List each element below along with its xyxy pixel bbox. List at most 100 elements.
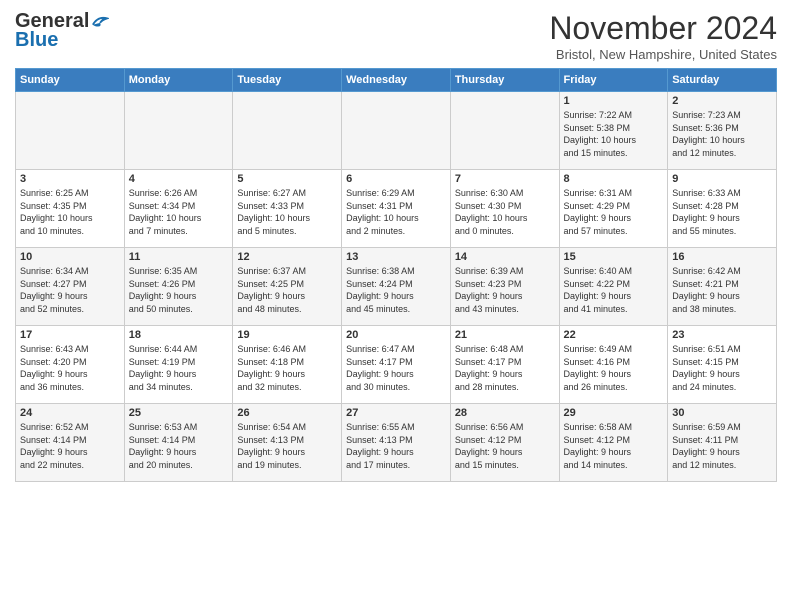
day-number: 30 xyxy=(672,407,772,419)
day-number: 4 xyxy=(129,173,229,185)
day-cell: 2 Sunrise: 7:23 AM Sunset: 5:36 PM Daylig… xyxy=(668,92,777,170)
day-cell: 16 Sunrise: 6:42 AM Sunset: 4:21 PM Dayli… xyxy=(668,248,777,326)
day-number: 28 xyxy=(455,407,555,419)
location: Bristol, New Hampshire, United States xyxy=(549,47,777,62)
day-cell xyxy=(342,92,451,170)
day-number: 26 xyxy=(237,407,337,419)
day-cell: 11 Sunrise: 6:35 AM Sunset: 4:26 PM Dayli… xyxy=(124,248,233,326)
logo-blue: Blue xyxy=(15,29,58,52)
day-info: Sunrise: 7:22 AM Sunset: 5:38 PM Dayligh… xyxy=(564,110,637,158)
day-cell: 7 Sunrise: 6:30 AM Sunset: 4:30 PM Daylig… xyxy=(450,170,559,248)
day-cell: 19Sunrise: 6:46 AM Sunset: 4:18 PM Dayli… xyxy=(233,326,342,404)
day-info: Sunrise: 6:42 AM Sunset: 4:21 PM Dayligh… xyxy=(672,266,741,314)
day-cell: 28 Sunrise: 6:56 AM Sunset: 4:12 PM Dayli… xyxy=(450,404,559,482)
day-info: Sunrise: 7:23 AM Sunset: 5:36 PM Dayligh… xyxy=(672,110,745,158)
day-cell: 1 Sunrise: 7:22 AM Sunset: 5:38 PM Daylig… xyxy=(559,92,668,170)
day-number: 7 xyxy=(455,173,555,185)
day-info: Sunrise: 6:56 AM Sunset: 4:12 PM Dayligh… xyxy=(455,422,524,470)
day-cell: 5 Sunrise: 6:27 AM Sunset: 4:33 PM Daylig… xyxy=(233,170,342,248)
day-cell: 13 Sunrise: 6:38 AM Sunset: 4:24 PM Dayli… xyxy=(342,248,451,326)
day-number: 20 xyxy=(346,329,446,341)
week-row-2: 10 Sunrise: 6:34 AM Sunset: 4:27 PM Dayli… xyxy=(16,248,777,326)
col-header-saturday: Saturday xyxy=(668,69,777,92)
day-number: 3 xyxy=(20,173,120,185)
day-cell: 23Sunrise: 6:51 AM Sunset: 4:15 PM Dayli… xyxy=(668,326,777,404)
day-info: Sunrise: 6:40 AM Sunset: 4:22 PM Dayligh… xyxy=(564,266,633,314)
day-number: 6 xyxy=(346,173,446,185)
day-cell: 29 Sunrise: 6:58 AM Sunset: 4:12 PM Dayli… xyxy=(559,404,668,482)
calendar-table: SundayMondayTuesdayWednesdayThursdayFrid… xyxy=(15,68,777,482)
day-cell: 9 Sunrise: 6:33 AM Sunset: 4:28 PM Daylig… xyxy=(668,170,777,248)
day-info: Sunrise: 6:46 AM Sunset: 4:18 PM Dayligh… xyxy=(237,344,306,392)
day-info: Sunrise: 6:44 AM Sunset: 4:19 PM Dayligh… xyxy=(129,344,198,392)
logo-bird-icon xyxy=(91,15,109,29)
day-number: 10 xyxy=(20,251,120,263)
day-number: 9 xyxy=(672,173,772,185)
day-number: 12 xyxy=(237,251,337,263)
day-cell: 30 Sunrise: 6:59 AM Sunset: 4:11 PM Dayli… xyxy=(668,404,777,482)
day-number: 5 xyxy=(237,173,337,185)
page: General Blue November 2024 Bristol, New … xyxy=(0,0,792,492)
day-info: Sunrise: 6:34 AM Sunset: 4:27 PM Dayligh… xyxy=(20,266,89,314)
day-info: Sunrise: 6:59 AM Sunset: 4:11 PM Dayligh… xyxy=(672,422,741,470)
day-info: Sunrise: 6:43 AM Sunset: 4:20 PM Dayligh… xyxy=(20,344,89,392)
day-number: 25 xyxy=(129,407,229,419)
day-number: 16 xyxy=(672,251,772,263)
day-number: 29 xyxy=(564,407,664,419)
day-cell: 6 Sunrise: 6:29 AM Sunset: 4:31 PM Daylig… xyxy=(342,170,451,248)
day-number: 2 xyxy=(672,95,772,107)
day-cell: 18Sunrise: 6:44 AM Sunset: 4:19 PM Dayli… xyxy=(124,326,233,404)
day-cell: 3 Sunrise: 6:25 AM Sunset: 4:35 PM Daylig… xyxy=(16,170,125,248)
day-number: 1 xyxy=(564,95,664,107)
col-header-thursday: Thursday xyxy=(450,69,559,92)
day-number: 14 xyxy=(455,251,555,263)
day-cell: 21 Sunrise: 6:48 AM Sunset: 4:17 PM Dayli… xyxy=(450,326,559,404)
day-cell: 20Sunrise: 6:47 AM Sunset: 4:17 PM Dayli… xyxy=(342,326,451,404)
col-header-monday: Monday xyxy=(124,69,233,92)
day-info: Sunrise: 6:25 AM Sunset: 4:35 PM Dayligh… xyxy=(20,188,93,236)
week-row-1: 3 Sunrise: 6:25 AM Sunset: 4:35 PM Daylig… xyxy=(16,170,777,248)
col-header-sunday: Sunday xyxy=(16,69,125,92)
day-number: 11 xyxy=(129,251,229,263)
day-cell xyxy=(16,92,125,170)
day-number: 22 xyxy=(564,329,664,341)
logo: General Blue xyxy=(15,10,109,52)
day-number: 13 xyxy=(346,251,446,263)
day-info: Sunrise: 6:54 AM Sunset: 4:13 PM Dayligh… xyxy=(237,422,306,470)
day-info: Sunrise: 6:30 AM Sunset: 4:30 PM Dayligh… xyxy=(455,188,528,236)
day-info: Sunrise: 6:29 AM Sunset: 4:31 PM Dayligh… xyxy=(346,188,419,236)
day-cell: 27 Sunrise: 6:55 AM Sunset: 4:13 PM Dayli… xyxy=(342,404,451,482)
col-header-tuesday: Tuesday xyxy=(233,69,342,92)
day-cell: 25 Sunrise: 6:53 AM Sunset: 4:14 PM Dayli… xyxy=(124,404,233,482)
col-header-wednesday: Wednesday xyxy=(342,69,451,92)
day-cell: 26 Sunrise: 6:54 AM Sunset: 4:13 PM Dayli… xyxy=(233,404,342,482)
day-number: 15 xyxy=(564,251,664,263)
day-cell xyxy=(124,92,233,170)
day-info: Sunrise: 6:31 AM Sunset: 4:29 PM Dayligh… xyxy=(564,188,633,236)
day-info: Sunrise: 6:39 AM Sunset: 4:23 PM Dayligh… xyxy=(455,266,524,314)
day-info: Sunrise: 6:35 AM Sunset: 4:26 PM Dayligh… xyxy=(129,266,198,314)
day-number: 27 xyxy=(346,407,446,419)
day-cell: 15 Sunrise: 6:40 AM Sunset: 4:22 PM Dayli… xyxy=(559,248,668,326)
title-section: November 2024 Bristol, New Hampshire, Un… xyxy=(549,10,777,62)
day-info: Sunrise: 6:33 AM Sunset: 4:28 PM Dayligh… xyxy=(672,188,741,236)
day-info: Sunrise: 6:48 AM Sunset: 4:17 PM Dayligh… xyxy=(455,344,524,392)
week-row-0: 1 Sunrise: 7:22 AM Sunset: 5:38 PM Daylig… xyxy=(16,92,777,170)
day-info: Sunrise: 6:49 AM Sunset: 4:16 PM Dayligh… xyxy=(564,344,633,392)
day-info: Sunrise: 6:51 AM Sunset: 4:15 PM Dayligh… xyxy=(672,344,741,392)
day-info: Sunrise: 6:52 AM Sunset: 4:14 PM Dayligh… xyxy=(20,422,89,470)
day-cell: 8 Sunrise: 6:31 AM Sunset: 4:29 PM Daylig… xyxy=(559,170,668,248)
day-cell: 4Sunrise: 6:26 AM Sunset: 4:34 PM Daylig… xyxy=(124,170,233,248)
day-cell: 14 Sunrise: 6:39 AM Sunset: 4:23 PM Dayli… xyxy=(450,248,559,326)
day-cell: 12Sunrise: 6:37 AM Sunset: 4:25 PM Dayli… xyxy=(233,248,342,326)
day-number: 24 xyxy=(20,407,120,419)
day-cell: 22 Sunrise: 6:49 AM Sunset: 4:16 PM Dayli… xyxy=(559,326,668,404)
week-row-3: 17Sunrise: 6:43 AM Sunset: 4:20 PM Dayli… xyxy=(16,326,777,404)
day-info: Sunrise: 6:27 AM Sunset: 4:33 PM Dayligh… xyxy=(237,188,310,236)
day-number: 21 xyxy=(455,329,555,341)
day-info: Sunrise: 6:55 AM Sunset: 4:13 PM Dayligh… xyxy=(346,422,415,470)
day-info: Sunrise: 6:58 AM Sunset: 4:12 PM Dayligh… xyxy=(564,422,633,470)
day-info: Sunrise: 6:38 AM Sunset: 4:24 PM Dayligh… xyxy=(346,266,415,314)
day-info: Sunrise: 6:53 AM Sunset: 4:14 PM Dayligh… xyxy=(129,422,198,470)
day-number: 8 xyxy=(564,173,664,185)
